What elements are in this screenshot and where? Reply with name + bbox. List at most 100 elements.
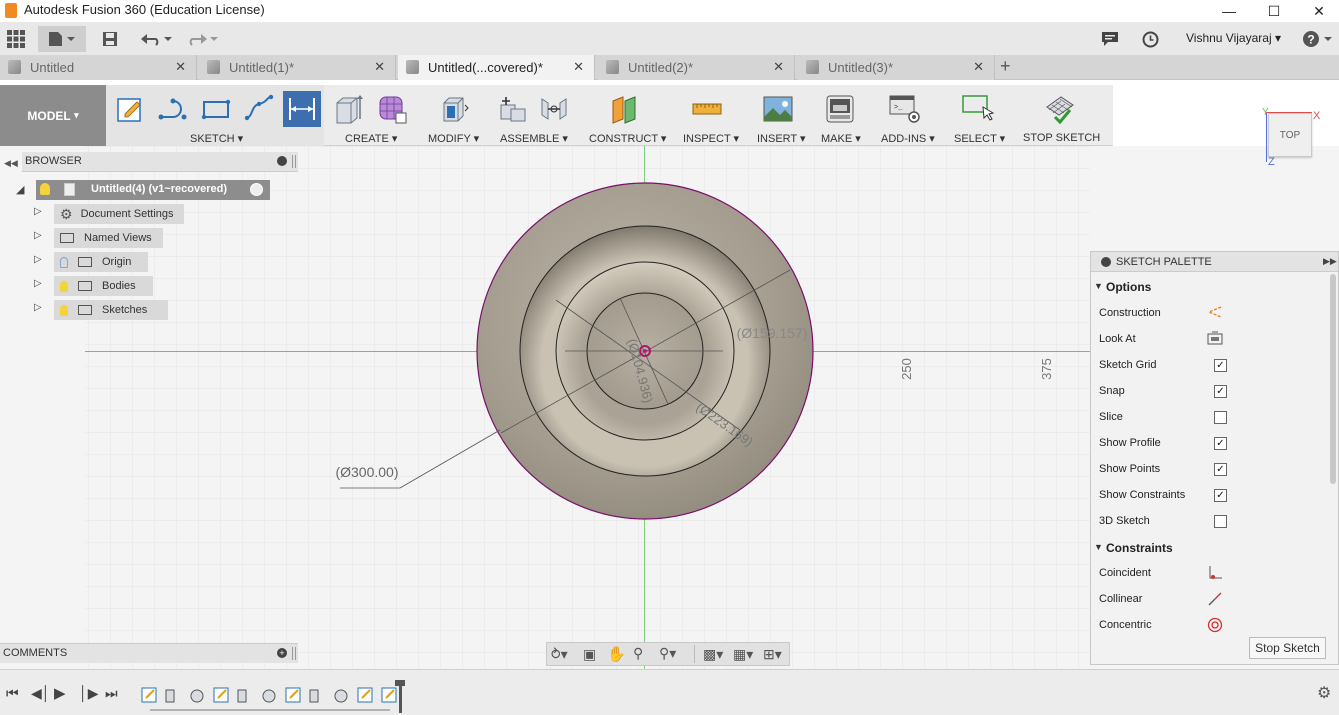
coincident-icon[interactable] [1207,565,1223,581]
3d-sketch-checkbox[interactable] [1214,515,1227,528]
stop-sketch-icon[interactable] [1043,93,1077,125]
document-tab[interactable]: Untitled(1)* ✕ [199,55,396,80]
browser-root-node[interactable]: Untitled(4) (v1~recovered) [36,180,270,200]
visibility-bulb-icon[interactable] [60,304,68,316]
add-comment-icon[interactable]: + [277,648,287,658]
dimension-159[interactable]: (Ø159.157) [737,325,808,341]
step-forward-icon[interactable]: │▶ [79,685,99,702]
document-tab[interactable]: Untitled ✕ [0,55,197,80]
slice-checkbox[interactable] [1214,411,1227,424]
expand-icon[interactable]: ▷ [34,278,42,289]
timeline-marker-head[interactable] [395,680,405,686]
job-status-clock-icon[interactable] [1138,26,1162,52]
display-settings-icon[interactable]: ▩▾ [703,646,723,663]
orbit-icon[interactable]: ⥁▾ [551,646,568,663]
visibility-bulb-off-icon[interactable] [60,256,68,268]
root-collapse-icon[interactable]: ◢ [16,183,24,196]
expand-icon[interactable]: ▷ [34,302,42,313]
tab-close-icon[interactable]: ✕ [773,59,784,75]
visibility-bulb-icon[interactable] [60,280,68,292]
minimize-button[interactable]: — [1206,0,1252,22]
line-tool-icon[interactable] [156,93,190,125]
stop-sketch-label[interactable]: STOP SKETCH [1023,132,1100,144]
expand-icon[interactable]: ▷ [34,254,42,265]
palette-scrollbar[interactable] [1330,274,1336,484]
browser-minimize-icon[interactable] [277,156,287,166]
expand-icon[interactable]: ▷ [34,230,42,241]
document-tab-active[interactable]: Untitled(...covered)* ✕ [398,55,595,80]
modify-menu[interactable]: MODIFY ▾ [428,132,479,145]
collapse-icon[interactable]: ▼ [1094,542,1103,552]
show-points-checkbox[interactable]: ✓ [1214,463,1227,476]
activate-component-icon[interactable] [250,183,263,196]
undo-icon[interactable] [138,26,174,52]
select-menu[interactable]: SELECT ▾ [954,132,1005,145]
visibility-bulb-icon[interactable] [40,183,50,195]
go-to-start-icon[interactable]: ⏮ [6,685,19,702]
step-back-icon[interactable]: ◀│ [31,685,51,702]
measure-icon[interactable] [690,93,724,125]
document-tab[interactable]: Untitled(3)* ✕ [798,55,995,80]
expand-palette-icon[interactable]: ▶▶ [1323,256,1337,267]
show-constraints-checkbox[interactable]: ✓ [1214,489,1227,502]
collapse-icon[interactable]: ▼ [1094,281,1103,291]
dimension-outer[interactable]: (Ø300.00) [335,464,398,480]
comments-pin-icon[interactable] [292,647,296,660]
pan-hand-icon[interactable]: ✋ [607,645,626,663]
form-tool-icon[interactable] [375,93,409,125]
collinear-icon[interactable] [1207,591,1223,607]
browser-item-named-views[interactable]: Named Views [54,228,163,248]
joint-icon[interactable] [537,93,571,125]
tab-close-icon[interactable]: ✕ [573,59,584,75]
fit-zoom-icon[interactable]: ⚲▾ [659,645,676,662]
tab-close-icon[interactable]: ✕ [973,59,984,75]
rectangle-tool-icon[interactable] [199,93,233,125]
grid-settings-icon[interactable]: ▦▾ [733,646,753,663]
select-icon[interactable] [961,93,995,125]
show-profile-checkbox[interactable]: ✓ [1214,437,1227,450]
browser-pin-icon[interactable] [292,155,296,168]
assemble-menu[interactable]: ASSEMBLE ▾ [500,132,568,145]
spline-tool-icon[interactable] [242,93,276,125]
apps-grid-icon[interactable] [4,26,28,52]
collapse-browser-icon[interactable]: ◀◀ [4,158,18,169]
new-component-icon[interactable] [494,93,528,125]
save-icon[interactable] [98,26,122,52]
make-menu[interactable]: MAKE ▾ [821,132,861,145]
constraints-header[interactable]: Constraints [1106,541,1173,555]
look-at-icon[interactable] [1207,331,1223,345]
construct-menu[interactable]: CONSTRUCT ▾ [589,132,666,145]
new-tab-plus-icon[interactable]: + [1000,56,1011,77]
maximize-button[interactable]: ☐ [1251,0,1297,22]
notifications-icon[interactable] [1098,26,1122,52]
snap-checkbox[interactable]: ✓ [1214,385,1227,398]
extrude-icon[interactable] [332,93,366,125]
create-menu[interactable]: CREATE ▾ [345,132,397,145]
workspace-switcher[interactable]: MODEL ▾ [0,85,106,146]
sketch-dimension-icon[interactable] [283,91,321,127]
redo-icon[interactable] [184,26,220,52]
sketch-menu[interactable]: SKETCH ▾ [190,132,243,145]
play-icon[interactable]: ▶ [54,684,66,702]
scripts-addins-icon[interactable]: >_ [888,93,922,125]
tab-close-icon[interactable]: ✕ [175,59,186,75]
viewports-icon[interactable]: ⊞▾ [763,646,782,663]
look-at-nav-icon[interactable]: ▣ [583,646,596,663]
construction-icon[interactable] [1207,305,1223,319]
go-to-end-icon[interactable]: ⏭ [105,685,118,702]
create-sketch-icon[interactable] [113,93,147,125]
browser-item-sketches[interactable]: Sketches [54,300,168,320]
browser-item-bodies[interactable]: Bodies [54,276,153,296]
viewcube[interactable]: TOP [1268,113,1312,157]
help-icon[interactable]: ? [1300,26,1334,52]
expand-icon[interactable]: ▷ [34,206,42,217]
inspect-menu[interactable]: INSPECT ▾ [683,132,739,145]
insert-image-icon[interactable] [761,93,795,125]
options-header[interactable]: Options [1106,280,1151,294]
file-menu-button[interactable] [38,26,86,52]
offset-plane-icon[interactable] [608,93,642,125]
tab-close-icon[interactable]: ✕ [374,59,385,75]
document-tab[interactable]: Untitled(2)* ✕ [598,55,795,80]
close-window-button[interactable]: ✕ [1296,0,1339,22]
browser-item-origin[interactable]: Origin [54,252,148,272]
